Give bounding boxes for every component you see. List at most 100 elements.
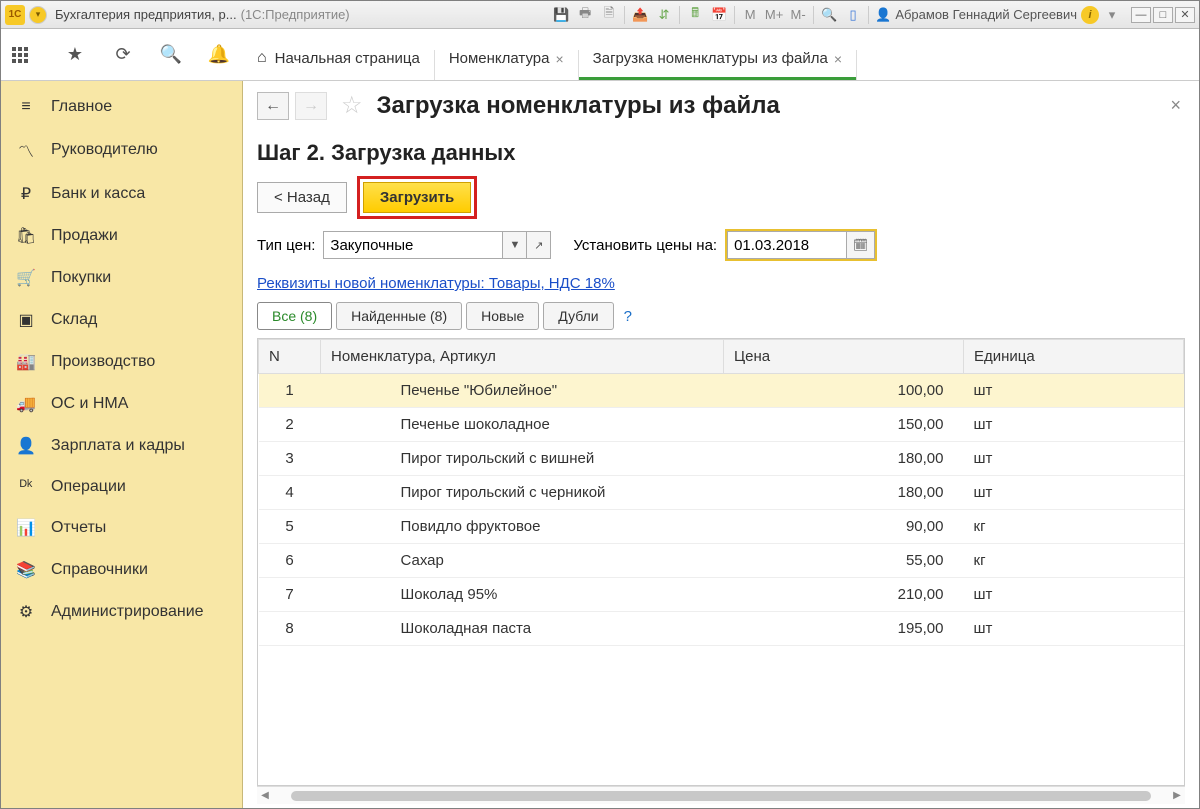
memory-mminus-icon[interactable]: M-	[787, 4, 809, 26]
app-title: Бухгалтерия предприятия, р...	[55, 7, 237, 22]
table-row[interactable]: 3Пирог тирольский с вишней180,00шт	[259, 442, 1184, 476]
cell-unit: шт	[964, 408, 1184, 442]
filter-tab[interactable]: Дубли	[543, 302, 613, 330]
help-icon[interactable]: ?	[624, 308, 632, 325]
sidebar-item[interactable]: 📊Отчеты	[1, 507, 242, 549]
date-input-box[interactable]: 🗓	[725, 229, 877, 261]
nav-back-button[interactable]: ←	[257, 92, 289, 120]
user-name: Абрамов Геннадий Сергеевич	[895, 7, 1077, 22]
tab-home[interactable]: ⌂ Начальная страница	[243, 39, 434, 80]
combo-dropdown-icon[interactable]: ▼	[503, 231, 527, 259]
calendar-icon[interactable]: 📅	[708, 4, 730, 26]
col-price[interactable]: Цена	[724, 340, 964, 374]
zoom-icon[interactable]: 🔍	[818, 4, 840, 26]
export-icon[interactable]: 📤	[629, 4, 651, 26]
nav-label: ОС и НМА	[51, 395, 128, 413]
nav-icon: ᴰᵏ	[15, 478, 37, 496]
sidebar-item[interactable]: 📚Справочники	[1, 549, 242, 591]
sidebar: ≡Главное〽Руководителю₽Банк и касса🛍Прода…	[1, 81, 243, 808]
table-row[interactable]: 4Пирог тирольский с черникой180,00шт	[259, 476, 1184, 510]
minimize-button[interactable]: —	[1131, 7, 1151, 23]
window-close-button[interactable]: ✕	[1175, 7, 1195, 23]
cell-unit: шт	[964, 442, 1184, 476]
save-icon[interactable]: 💾	[550, 4, 572, 26]
table-row[interactable]: 1Печенье "Юбилейное"100,00шт	[259, 374, 1184, 408]
sidebar-item[interactable]: 🏭Производство	[1, 341, 242, 383]
filter-tab[interactable]: Все (8)	[257, 302, 332, 330]
cell-price: 55,00	[724, 544, 964, 578]
cell-n: 6	[259, 544, 321, 578]
nav-label: Производство	[51, 353, 155, 371]
sidebar-item[interactable]: 〽Руководителю	[1, 127, 242, 173]
memory-m-icon[interactable]: M	[739, 4, 761, 26]
sidebar-item[interactable]: 👤Зарплата и кадры	[1, 425, 242, 467]
col-n[interactable]: N	[259, 340, 321, 374]
sidebar-item[interactable]: ₽Банк и касса	[1, 173, 242, 215]
apps-grid-icon[interactable]	[12, 47, 42, 63]
cell-name: Печенье шоколадное	[321, 408, 724, 442]
cell-price: 100,00	[724, 374, 964, 408]
tab-import[interactable]: Загрузка номенклатуры из файла ×	[579, 40, 856, 80]
cell-n: 1	[259, 374, 321, 408]
date-input[interactable]	[727, 231, 847, 259]
page-close-button[interactable]: ×	[1166, 91, 1185, 120]
nav-forward-button[interactable]: →	[295, 92, 327, 120]
horizontal-scrollbar[interactable]: ◀ ▶	[257, 786, 1185, 804]
info-dropdown-icon[interactable]: ▾	[1101, 4, 1123, 26]
tabs-row: ★ ⟳ 🔍 🔔 ⌂ Начальная страница Номенклатур…	[1, 29, 1199, 81]
sidebar-item[interactable]: 🛒Покупки	[1, 257, 242, 299]
sidebar-item[interactable]: ᴰᵏОперации	[1, 467, 242, 507]
sidebar-item[interactable]: 🚚 ОС и НМА	[1, 383, 242, 425]
table-row[interactable]: 5Повидло фруктовое90,00кг	[259, 510, 1184, 544]
sidebar-item[interactable]: ▣Склад	[1, 299, 242, 341]
nav-icon: ≡	[15, 98, 37, 116]
favorites-icon[interactable]: ★	[60, 44, 90, 65]
panel-icon[interactable]: ▯	[842, 4, 864, 26]
load-button[interactable]: Загрузить	[363, 182, 471, 213]
app-window: 1C ▾ Бухгалтерия предприятия, р... (1С:П…	[0, 0, 1200, 809]
history-icon[interactable]: ⟳	[108, 44, 138, 65]
compare-icon[interactable]: ⇵	[653, 4, 675, 26]
back-button[interactable]: < Назад	[257, 182, 347, 213]
sidebar-item[interactable]: 🛍Продажи	[1, 215, 242, 257]
table-row[interactable]: 2Печенье шоколадное150,00шт	[259, 408, 1184, 442]
print-preview-icon[interactable]: 🗎	[598, 4, 620, 26]
tab-close-icon[interactable]: ×	[834, 51, 842, 67]
calculator-icon[interactable]: 🖩	[684, 4, 706, 26]
data-grid[interactable]: N Номенклатура, Артикул Цена Единица 1Пе…	[257, 338, 1185, 786]
print-icon[interactable]: 🖶	[574, 4, 596, 26]
table-row[interactable]: 8Шоколадная паста195,00шт	[259, 612, 1184, 646]
search-icon[interactable]: 🔍	[156, 44, 186, 65]
scrollbar-thumb[interactable]	[291, 791, 1151, 801]
memory-mplus-icon[interactable]: M+	[763, 4, 785, 26]
requisites-link[interactable]: Реквизиты новой номенклатуры: Товары, НД…	[257, 275, 1185, 292]
col-name[interactable]: Номенклатура, Артикул	[321, 340, 724, 374]
filter-tab[interactable]: Найденные (8)	[336, 302, 462, 330]
tab-close-icon[interactable]: ×	[555, 51, 563, 67]
app-logo-icon: 1C	[5, 5, 25, 25]
cell-price: 180,00	[724, 442, 964, 476]
cell-n: 5	[259, 510, 321, 544]
col-unit[interactable]: Единица	[964, 340, 1184, 374]
sidebar-item[interactable]: ⚙Администрирование	[1, 591, 242, 633]
nav-icon: 🚚	[15, 394, 37, 414]
favorite-star-icon[interactable]: ☆	[341, 91, 363, 120]
combo-open-icon[interactable]: ↗	[527, 231, 551, 259]
filter-tab[interactable]: Новые	[466, 302, 539, 330]
calendar-picker-icon[interactable]: 🗓	[847, 231, 875, 259]
price-type-combo[interactable]: ▼ ↗	[323, 231, 551, 259]
price-type-input[interactable]	[323, 231, 503, 259]
notifications-icon[interactable]: 🔔	[204, 44, 234, 65]
scroll-left-icon[interactable]: ◀	[257, 790, 273, 801]
tab-nomenclature[interactable]: Номенклатура ×	[435, 40, 578, 80]
table-row[interactable]: 6Сахар55,00кг	[259, 544, 1184, 578]
sidebar-item[interactable]: ≡Главное	[1, 87, 242, 127]
table-row[interactable]: 7Шоколад 95%210,00шт	[259, 578, 1184, 612]
tab-home-label: Начальная страница	[275, 50, 420, 67]
maximize-button[interactable]: □	[1153, 7, 1173, 23]
user-box[interactable]: 👤 Абрамов Геннадий Сергеевич	[873, 7, 1079, 23]
scroll-right-icon[interactable]: ▶	[1169, 790, 1185, 801]
info-icon[interactable]: i	[1081, 6, 1099, 24]
step-title: Шаг 2. Загрузка данных	[257, 140, 1185, 166]
titlebar-dropdown-icon[interactable]: ▾	[29, 6, 47, 24]
